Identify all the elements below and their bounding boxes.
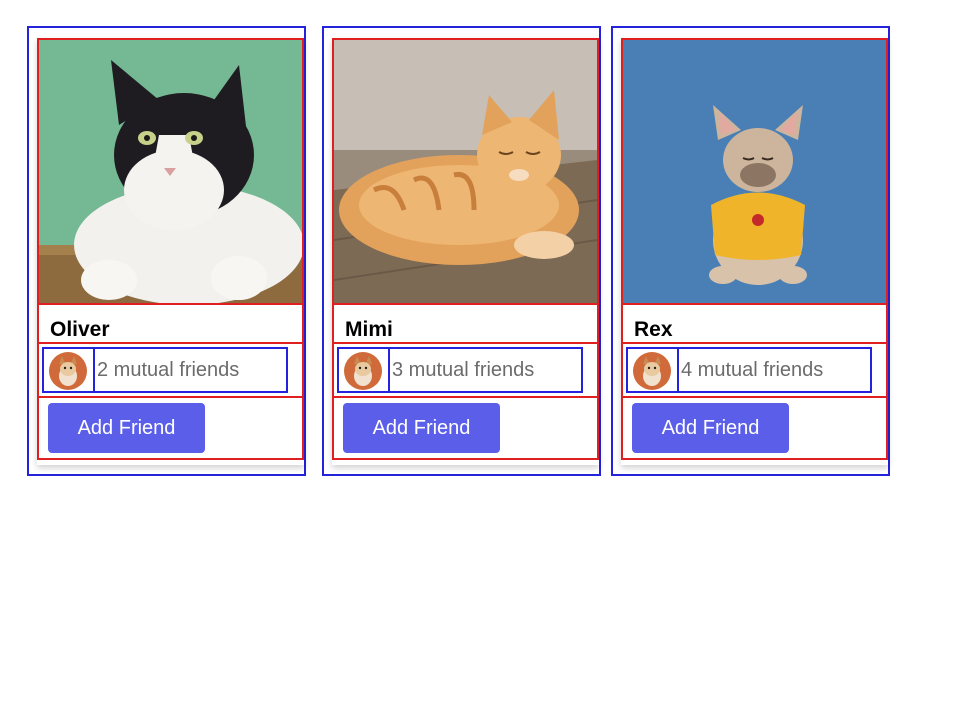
name-row: Oliver <box>37 304 304 344</box>
avatar[interactable] <box>344 352 382 390</box>
avatar[interactable] <box>49 352 87 390</box>
mutual-friends-count: 2 mutual friends <box>97 359 240 381</box>
friend-suggestions-page: Oliver 2 mutual friends Add Friend Mimi … <box>0 0 960 720</box>
dog-avatar-icon <box>633 352 671 390</box>
friend-name[interactable]: Oliver <box>50 318 110 342</box>
friend-card-container: Rex 4 mutual friends Add Friend <box>611 26 890 476</box>
add-friend-button[interactable]: Add Friend <box>48 403 205 453</box>
profile-photo <box>621 38 888 305</box>
action-row: Add Friend <box>332 396 599 460</box>
name-row: Mimi <box>332 304 599 344</box>
friend-card-container: Mimi 3 mutual friends Add Friend <box>322 26 601 476</box>
dog-avatar-icon <box>49 352 87 390</box>
dog-photo-icon <box>623 40 886 303</box>
action-row: Add Friend <box>37 396 304 460</box>
avatar-box <box>628 349 679 391</box>
mutual-friends-row: 2 mutual friends <box>37 342 304 398</box>
mutual-friends-count: 4 mutual friends <box>681 359 824 381</box>
dog-avatar-icon <box>344 352 382 390</box>
cat-photo-icon <box>334 40 597 303</box>
add-friend-button[interactable]: Add Friend <box>632 403 789 453</box>
name-row: Rex <box>621 304 888 344</box>
cat-photo-icon <box>39 40 302 303</box>
friend-card: Rex 4 mutual friends Add Friend <box>621 38 888 465</box>
mutual-friends-count: 3 mutual friends <box>392 359 535 381</box>
avatar-box <box>339 349 390 391</box>
avatar[interactable] <box>633 352 671 390</box>
friend-name[interactable]: Mimi <box>345 318 393 342</box>
friend-card: Mimi 3 mutual friends Add Friend <box>332 38 599 465</box>
profile-photo <box>332 38 599 305</box>
mutual-friends-row: 3 mutual friends <box>332 342 599 398</box>
mutual-friends-box: 4 mutual friends <box>626 347 872 393</box>
friend-name[interactable]: Rex <box>634 318 673 342</box>
mutual-friends-box: 3 mutual friends <box>337 347 583 393</box>
friend-card-container: Oliver 2 mutual friends Add Friend <box>27 26 306 476</box>
mutual-friends-box: 2 mutual friends <box>42 347 288 393</box>
friend-card: Oliver 2 mutual friends Add Friend <box>37 38 304 465</box>
profile-photo <box>37 38 304 305</box>
action-row: Add Friend <box>621 396 888 460</box>
add-friend-button[interactable]: Add Friend <box>343 403 500 453</box>
avatar-box <box>44 349 95 391</box>
mutual-friends-row: 4 mutual friends <box>621 342 888 398</box>
